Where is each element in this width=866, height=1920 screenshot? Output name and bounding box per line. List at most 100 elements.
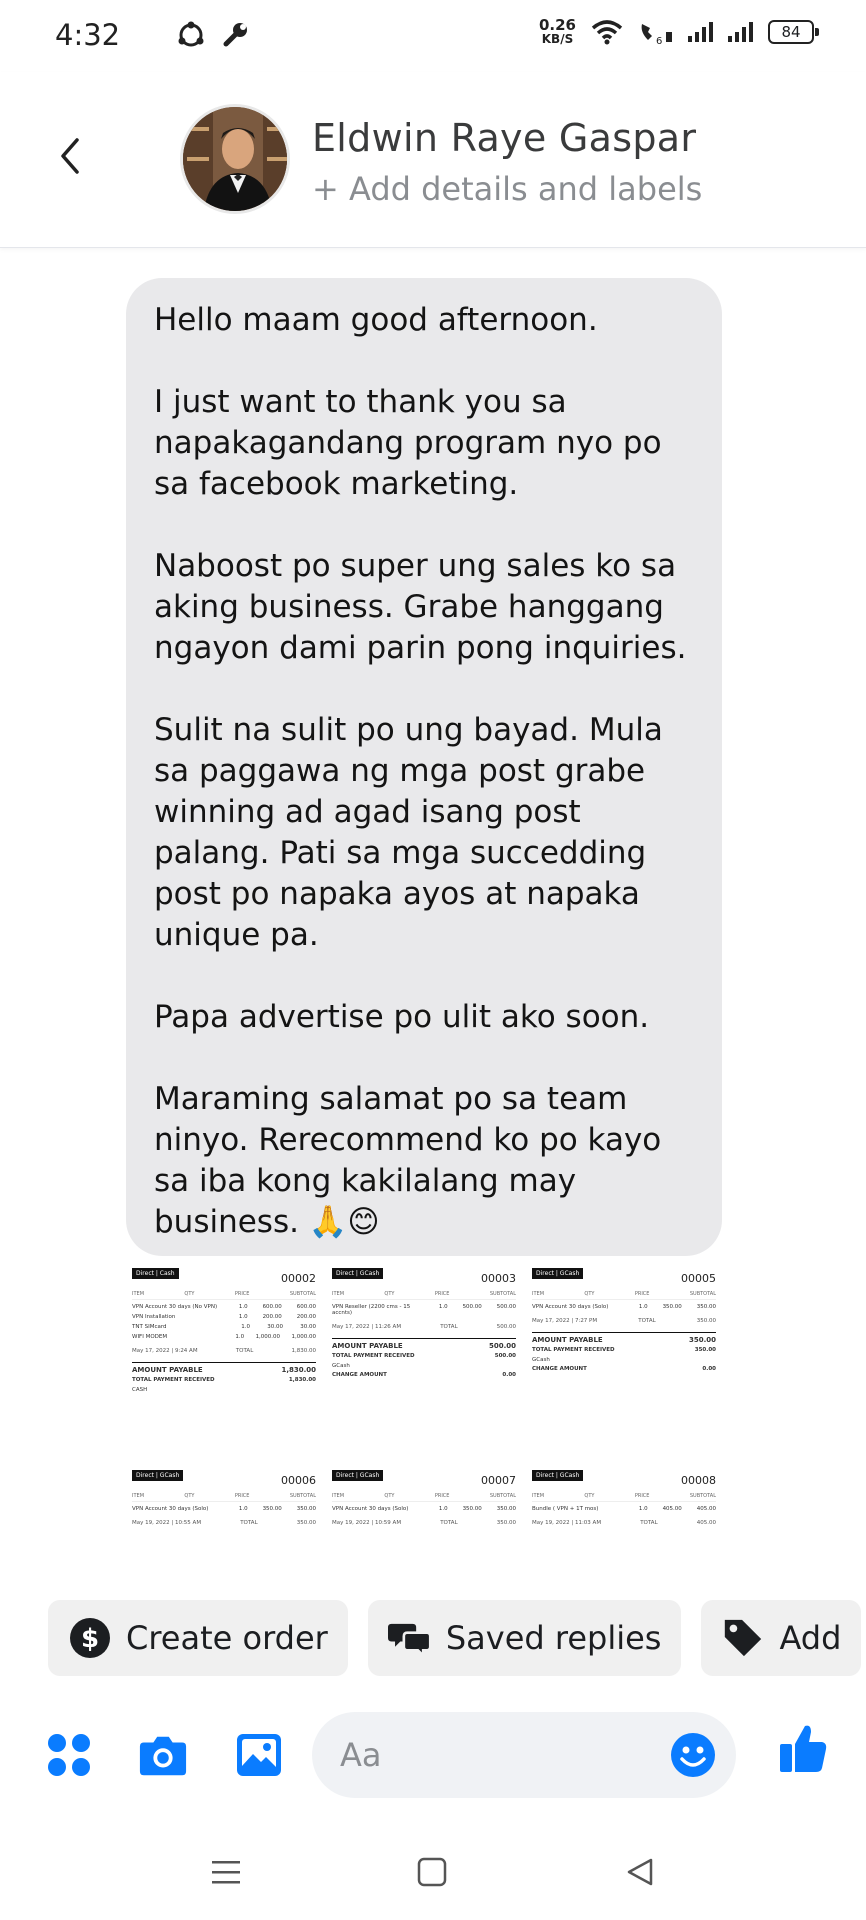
- receipt-column-header: PRICE: [234, 1291, 250, 1297]
- dollar-circle-icon: $: [68, 1616, 112, 1660]
- receipt-table-header: ITEM QTY PRICE SUBTOTAL: [532, 1291, 716, 1300]
- item-price: 30.00: [267, 1324, 283, 1330]
- wifi-icon: [591, 20, 623, 45]
- item-subtotal: 1,000.00: [291, 1334, 316, 1340]
- item-price: 1,000.00: [255, 1334, 281, 1340]
- item-price: 350.00: [662, 1304, 682, 1310]
- item-name: WIFI MODEM: [132, 1334, 168, 1340]
- add-details-link[interactable]: + Add details and labels: [312, 170, 702, 208]
- item-name: TNT SIMcard: [132, 1324, 167, 1330]
- total-label: TOTAL: [640, 1520, 658, 1526]
- system-nav-bar: [0, 1820, 866, 1920]
- receipt-number: 00007: [481, 1474, 516, 1487]
- receipt-line-item: VPN Account 30 days (Solo) 1.0 350.00 350.0…: [532, 1304, 716, 1310]
- receipt-date: May 17, 2022 | 9:24 AM: [132, 1348, 198, 1354]
- thumbs-up-icon[interactable]: [778, 1724, 828, 1774]
- receipt-number: 00008: [681, 1474, 716, 1487]
- more-apps-icon[interactable]: [44, 1730, 94, 1780]
- message-bubble[interactable]: Hello maam good afternoon. I just want t…: [126, 278, 722, 1256]
- receipt-image[interactable]: Direct | GCash 00008 ITEM QTY PRICE SUBTOTAL B…: [526, 1464, 722, 1584]
- receipt-table-header: ITEM QTY PRICE SUBTOTAL: [132, 1493, 316, 1502]
- receipt-tag: Direct | Cash: [132, 1268, 179, 1279]
- total-value: 405.00: [696, 1520, 716, 1526]
- svg-text:$: $: [81, 1624, 99, 1654]
- change-row: CHANGE AMOUNT 0.00: [532, 1366, 716, 1372]
- avatar-portrait: [183, 107, 287, 211]
- item-qty: 1.0: [241, 1324, 250, 1330]
- signal-2-icon: [728, 22, 753, 42]
- item-subtotal: 405.00: [696, 1506, 716, 1512]
- item-name: Bundle ( VPN + 1T mos): [532, 1506, 599, 1512]
- item-qty: 1.0: [238, 1506, 248, 1512]
- receipt-column-header: SUBTOTAL: [689, 1291, 716, 1297]
- total-value: 350.00: [296, 1520, 316, 1526]
- receipt-column-header: QTY: [384, 1291, 395, 1297]
- contact-name[interactable]: Eldwin Raye Gaspar: [312, 116, 696, 160]
- item-name: VPN Reseller (2200 cms - 15 accnts): [332, 1304, 411, 1316]
- add-label-button[interactable]: Add: [701, 1600, 862, 1676]
- receipt-line-item: VPN Installation 1.0 200.00 200.00: [132, 1314, 316, 1320]
- item-name: VPN Account 30 days (Solo): [332, 1506, 409, 1512]
- back-button[interactable]: [48, 134, 92, 178]
- back-nav-button[interactable]: [618, 1850, 662, 1894]
- receipt-image[interactable]: Direct | Cash 00002 ITEM QTY PRICE SUBTOTAL VP…: [126, 1262, 322, 1458]
- total-value: 500.00: [496, 1324, 516, 1330]
- status-time: 4:32: [55, 18, 121, 52]
- avatar[interactable]: [180, 104, 290, 214]
- change-row: CHANGE AMOUNT 0.00: [332, 1372, 516, 1378]
- total-value: 350.00: [496, 1520, 516, 1526]
- emoji-icon[interactable]: [668, 1730, 718, 1780]
- recents-button[interactable]: [204, 1850, 248, 1894]
- receipt-column-header: ITEM: [332, 1493, 345, 1499]
- receipt-column-header: PRICE: [434, 1291, 450, 1297]
- receipt-image[interactable]: Direct | GCash 00007 ITEM QTY PRICE SUBTOTAL V…: [326, 1464, 522, 1584]
- saved-replies-button[interactable]: Saved replies: [367, 1600, 682, 1676]
- receipt-line-item: VPN Account 30 days (Solo) 1.0 350.00 350.0…: [132, 1506, 316, 1512]
- receipt-tag: Direct | GCash: [132, 1470, 184, 1481]
- item-price: 600.00: [262, 1304, 282, 1310]
- receipt-column-header: SUBTOTAL: [689, 1493, 716, 1499]
- item-qty: 1.0: [438, 1506, 448, 1512]
- svg-text:6: 6: [656, 36, 662, 46]
- item-name: VPN Account 30 days (Solo): [132, 1506, 209, 1512]
- receipt-column-header: ITEM: [532, 1493, 545, 1499]
- receipt-column-header: ITEM: [532, 1291, 545, 1297]
- item-qty: 1.0: [638, 1304, 648, 1310]
- total-label: TOTAL: [240, 1520, 258, 1526]
- camera-icon[interactable]: [138, 1730, 188, 1780]
- receipt-date: May 17, 2022 | 11:26 AM: [332, 1324, 402, 1330]
- home-button[interactable]: [410, 1850, 454, 1894]
- item-name: VPN Account 30 days (No VPN): [132, 1304, 218, 1310]
- receipt-column-header: QTY: [184, 1493, 195, 1499]
- receipt-image[interactable]: Direct | GCash 00006 ITEM QTY PRICE SUBTOTAL V…: [126, 1464, 322, 1584]
- receipt-line-item: VPN Account 30 days (No VPN) 1.0 600.00 600…: [132, 1304, 316, 1310]
- gallery-icon[interactable]: [234, 1730, 284, 1780]
- receipt-tag: Direct | GCash: [532, 1268, 584, 1279]
- receipt-number: 00005: [681, 1272, 716, 1285]
- receipt-image[interactable]: Direct | GCash 00003 ITEM QTY PRICE SUBTOTAL V…: [326, 1262, 522, 1458]
- total-value: 1,830.00: [291, 1348, 317, 1354]
- total-label: TOTAL: [440, 1324, 458, 1330]
- payment-label: TOTAL PAYMENT RECEIVED: [532, 1347, 615, 1353]
- wifi-calling-icon: 6: [641, 24, 672, 46]
- payment-label: TOTAL PAYMENT RECEIVED: [332, 1353, 415, 1359]
- receipt-column-header: ITEM: [132, 1493, 145, 1499]
- payment-row: TOTAL PAYMENT RECEIVED 500.00: [332, 1353, 516, 1359]
- payment-row: TOTAL PAYMENT RECEIVED 1,830.00: [132, 1377, 316, 1383]
- payment-value: 350.00: [694, 1347, 716, 1353]
- change-label: CHANGE AMOUNT: [332, 1372, 387, 1378]
- network-speed: 0.26 KB/S: [538, 16, 576, 47]
- receipt-date: May 19, 2022 | 10:55 AM: [132, 1520, 202, 1526]
- receipt-table-header: ITEM QTY PRICE SUBTOTAL: [532, 1493, 716, 1502]
- wrench-icon: [223, 23, 247, 47]
- receipt-image[interactable]: Direct | GCash 00005 ITEM QTY PRICE SUBTOTAL V…: [526, 1262, 722, 1458]
- receipt-tag: Direct | GCash: [532, 1470, 584, 1481]
- receipt-total-row: May 19, 2022 | 10:59 AM TOTAL 350.00: [332, 1520, 516, 1526]
- receipt-line-item: VPN Account 30 days (Solo) 1.0 350.00 350.0…: [332, 1506, 516, 1512]
- receipt-number: 00003: [481, 1272, 516, 1285]
- item-price: 500.00: [462, 1304, 482, 1310]
- receipt-number: 00002: [281, 1272, 316, 1285]
- create-order-button[interactable]: $ Create order: [48, 1600, 348, 1676]
- receipt-column-header: SUBTOTAL: [489, 1493, 516, 1499]
- receipt-total-row: May 17, 2022 | 9:24 AM TOTAL 1,830.00: [132, 1348, 316, 1354]
